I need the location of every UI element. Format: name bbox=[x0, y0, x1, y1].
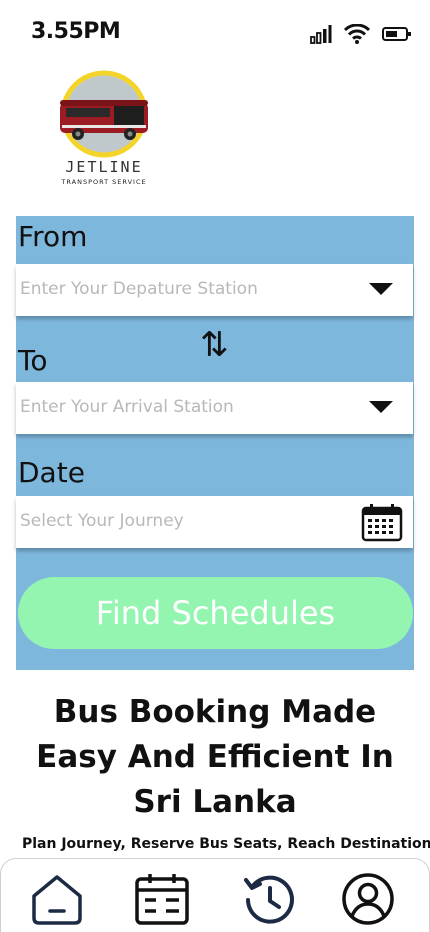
date-placeholder: Select Your Journey bbox=[20, 511, 184, 531]
schedule-icon bbox=[135, 874, 189, 925]
to-dropdown[interactable]: Enter Your Arrival Station bbox=[16, 382, 413, 434]
search-panel: From Enter Your Depature Station ⇅ To En… bbox=[16, 216, 414, 670]
status-icons bbox=[310, 22, 412, 46]
from-placeholder: Enter Your Depature Station bbox=[20, 279, 258, 299]
chevron-down-icon[interactable] bbox=[369, 401, 393, 413]
chevron-down-icon[interactable] bbox=[369, 283, 393, 295]
calendar-icon[interactable] bbox=[361, 504, 403, 542]
to-placeholder: Enter Your Arrival Station bbox=[20, 397, 234, 417]
history-icon bbox=[244, 875, 294, 924]
hero-subline: Plan Journey, Reserve Bus Seats, Reach D… bbox=[22, 836, 430, 852]
profile-icon bbox=[342, 873, 394, 925]
bottom-nav bbox=[0, 858, 430, 932]
home-icon bbox=[32, 875, 82, 925]
logo-tagline: TRANSPORT SERVICE bbox=[61, 178, 147, 186]
signal-icon bbox=[310, 25, 332, 44]
nav-schedule[interactable] bbox=[134, 871, 190, 927]
app-logo: JETLINE TRANSPORT SERVICE bbox=[54, 70, 154, 190]
battery-icon bbox=[382, 27, 411, 41]
wifi-icon bbox=[344, 24, 370, 44]
nav-profile[interactable] bbox=[340, 871, 396, 927]
nav-history[interactable] bbox=[242, 871, 298, 927]
find-schedules-button[interactable]: Find Schedules bbox=[18, 577, 413, 649]
date-label: Date bbox=[18, 456, 85, 489]
date-field[interactable]: Select Your Journey bbox=[16, 496, 413, 548]
status-bar: 3.55PM bbox=[0, 0, 430, 60]
to-label: To bbox=[18, 344, 48, 377]
swap-vertical-icon[interactable]: ⇅ bbox=[200, 328, 229, 362]
nav-home[interactable] bbox=[29, 871, 85, 927]
bus-logo-icon bbox=[60, 70, 148, 158]
from-dropdown[interactable]: Enter Your Depature Station bbox=[16, 264, 413, 316]
from-label: From bbox=[18, 220, 88, 253]
status-time: 3.55PM bbox=[31, 19, 121, 44]
logo-name: JETLINE bbox=[65, 158, 143, 176]
hero-headline: Bus Booking Made Easy And Efficient In S… bbox=[36, 694, 394, 820]
